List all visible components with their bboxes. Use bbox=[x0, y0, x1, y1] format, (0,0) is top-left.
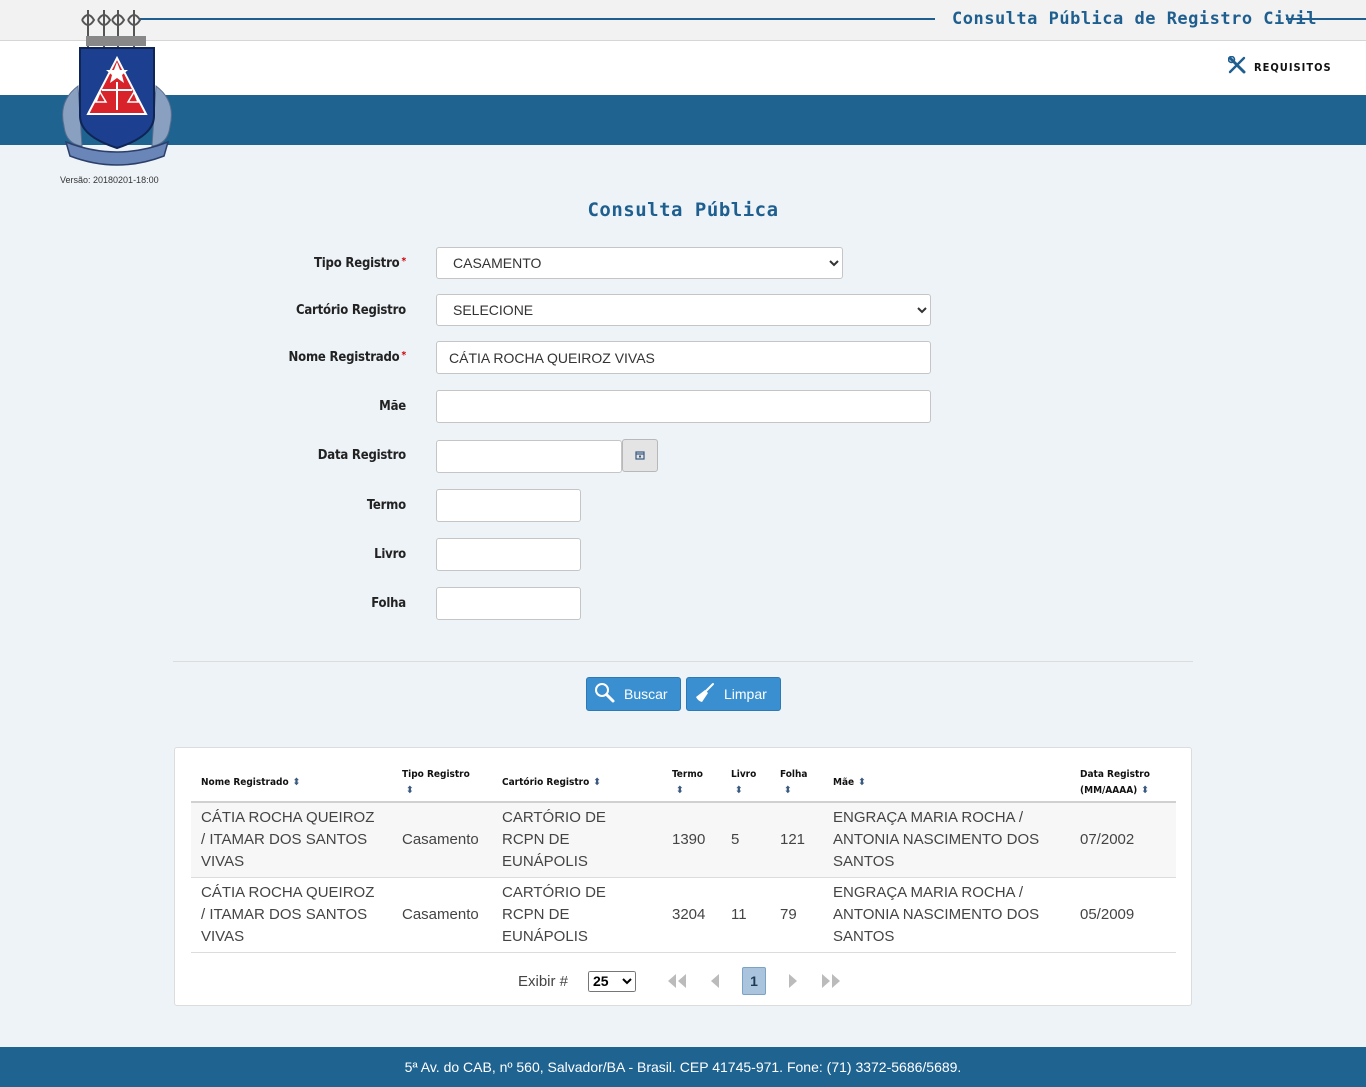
col-header-folha-text: Folha bbox=[780, 768, 808, 780]
cell-folha: 79 bbox=[770, 877, 823, 953]
buscar-button[interactable]: Buscar bbox=[586, 677, 681, 711]
nome-registrado-label: Nome Registrado * bbox=[200, 350, 407, 365]
mae-label: Mãe bbox=[379, 399, 406, 414]
cell-tipo: Casamento bbox=[392, 802, 492, 878]
cell-cartorio: CARTÓRIO DE RCPN DE EUNÁPOLIS bbox=[492, 802, 662, 878]
col-header-tipo[interactable]: Tipo Registro ⬍ bbox=[392, 764, 492, 803]
title-rule-right bbox=[1286, 18, 1366, 20]
page-title: Consulta Pública bbox=[587, 199, 779, 221]
table-row[interactable]: CÁTIA ROCHA QUEIROZ / ITAMAR DOS SANTOS … bbox=[191, 877, 1176, 953]
cell-folha: 121 bbox=[770, 802, 823, 878]
buscar-label: Buscar bbox=[624, 686, 668, 702]
current-page-button[interactable]: 1 bbox=[742, 967, 767, 995]
col-header-livro-text: Livro bbox=[731, 768, 757, 780]
table-header-row: Nome Registrado ⬍ Tipo Registro ⬍ Cartório… bbox=[191, 764, 1176, 803]
cell-data: 05/2009 bbox=[1070, 877, 1176, 953]
tipo-registro-select[interactable]: CASAMENTO bbox=[436, 247, 843, 279]
col-header-mae-text: Mãe bbox=[833, 776, 855, 788]
livro-input[interactable] bbox=[436, 538, 581, 571]
table-row[interactable]: CÁTIA ROCHA QUEIROZ / ITAMAR DOS SANTOS … bbox=[191, 802, 1176, 878]
requisitos-label: REQUISITOS bbox=[1254, 60, 1332, 74]
cell-tipo: Casamento bbox=[392, 877, 492, 953]
calendar-icon bbox=[635, 447, 645, 465]
tools-icon bbox=[1227, 55, 1246, 79]
col-header-data-text: Data Registro bbox=[1080, 768, 1150, 780]
nome-registrado-input[interactable] bbox=[436, 341, 931, 374]
col-header-tipo-text: Tipo Registro bbox=[402, 768, 470, 780]
cell-cartorio: CARTÓRIO DE RCPN DE EUNÁPOLIS bbox=[492, 877, 662, 953]
data-registro-input[interactable] bbox=[436, 440, 622, 473]
sort-icon: ⬍ bbox=[1141, 784, 1149, 796]
footer-address: 5ª Av. do CAB, nº 560, Salvador/BA - Bra… bbox=[404, 1059, 962, 1075]
cartorio-registro-select[interactable]: SELECIONE bbox=[436, 294, 931, 326]
termo-input[interactable] bbox=[436, 489, 581, 522]
version-text: Versão: 20180201-18:00 bbox=[60, 175, 159, 185]
header-band bbox=[0, 95, 1366, 145]
cell-mae: ENGRAÇA MARIA ROCHA / ANTONIA NASCIMENTO… bbox=[823, 877, 1070, 953]
cell-termo: 1390 bbox=[662, 802, 721, 878]
coat-of-arms-logo bbox=[56, 6, 178, 176]
cell-livro: 5 bbox=[721, 802, 770, 878]
tipo-registro-label: Tipo Registro * bbox=[200, 256, 406, 271]
results-panel: Nome Registrado ⬍ Tipo Registro ⬍ Cartório… bbox=[174, 747, 1192, 1006]
search-icon bbox=[594, 682, 616, 707]
prev-page-icon[interactable] bbox=[703, 969, 727, 993]
mae-input[interactable] bbox=[436, 390, 931, 423]
col-header-termo[interactable]: Termo ⬍ bbox=[662, 764, 721, 803]
termo-label: Termo bbox=[366, 498, 406, 513]
exibir-label: Exibir # bbox=[517, 972, 569, 990]
col-header-cartorio[interactable]: Cartório Registro ⬍ bbox=[492, 764, 662, 803]
col-header-data[interactable]: Data Registro (MM/AAAA) ⬍ bbox=[1070, 764, 1176, 803]
cell-nome: CÁTIA ROCHA QUEIROZ / ITAMAR DOS SANTOS … bbox=[191, 802, 392, 878]
col-header-folha[interactable]: Folha ⬍ bbox=[770, 764, 823, 803]
col-header-nome[interactable]: Nome Registrado ⬍ bbox=[191, 764, 392, 803]
sort-icon: ⬍ bbox=[292, 776, 301, 788]
app-title: Consulta Pública de Registro Civil bbox=[952, 9, 1317, 29]
form-divider bbox=[173, 661, 1193, 662]
required-marker: * bbox=[401, 350, 406, 361]
broom-icon bbox=[694, 682, 716, 707]
next-page-icon[interactable] bbox=[781, 969, 805, 993]
col-header-data-format: (MM/AAAA) bbox=[1080, 784, 1138, 796]
col-header-cartorio-text: Cartório Registro bbox=[502, 776, 590, 788]
tipo-registro-label-text: Tipo Registro bbox=[313, 256, 400, 271]
cell-livro: 11 bbox=[721, 877, 770, 953]
sort-icon: ⬍ bbox=[406, 784, 414, 796]
top-title-bar: Consulta Pública de Registro Civil bbox=[0, 0, 1366, 41]
page-size-select[interactable]: 25 bbox=[588, 970, 637, 992]
required-marker: * bbox=[401, 256, 406, 267]
data-registro-label: Data Registro bbox=[317, 448, 406, 463]
col-header-nome-text: Nome Registrado bbox=[201, 776, 289, 788]
title-rule-left bbox=[140, 18, 935, 20]
last-page-icon[interactable] bbox=[819, 969, 843, 993]
cartorio-registro-label: Cartório Registro bbox=[295, 303, 406, 318]
livro-label: Livro bbox=[374, 547, 406, 562]
col-header-termo-text: Termo bbox=[672, 768, 703, 780]
sort-icon: ⬍ bbox=[858, 776, 866, 788]
cell-nome: CÁTIA ROCHA QUEIROZ / ITAMAR DOS SANTOS … bbox=[191, 877, 392, 953]
sort-icon: ⬍ bbox=[593, 776, 601, 788]
folha-label: Folha bbox=[371, 596, 406, 611]
footer: 5ª Av. do CAB, nº 560, Salvador/BA - Bra… bbox=[0, 1047, 1366, 1087]
cell-data: 07/2002 bbox=[1070, 802, 1176, 878]
calendar-button[interactable] bbox=[622, 439, 658, 472]
sort-icon: ⬍ bbox=[784, 784, 792, 796]
pagination: Exibir # 25 1 bbox=[175, 966, 1193, 996]
col-header-mae[interactable]: Mãe ⬍ bbox=[823, 764, 1070, 803]
nav-bar bbox=[0, 41, 1366, 95]
folha-input[interactable] bbox=[436, 587, 581, 620]
requisitos-link[interactable]: REQUISITOS bbox=[1227, 55, 1332, 79]
col-header-livro[interactable]: Livro ⬍ bbox=[721, 764, 770, 803]
nome-registrado-label-text: Nome Registrado bbox=[288, 350, 400, 365]
cell-termo: 3204 bbox=[662, 877, 721, 953]
first-page-icon[interactable] bbox=[665, 969, 689, 993]
sort-icon: ⬍ bbox=[676, 784, 684, 796]
results-table: Nome Registrado ⬍ Tipo Registro ⬍ Cartório… bbox=[191, 764, 1176, 953]
limpar-label: Limpar bbox=[724, 686, 767, 702]
cell-mae: ENGRAÇA MARIA ROCHA / ANTONIA NASCIMENTO… bbox=[823, 802, 1070, 878]
limpar-button[interactable]: Limpar bbox=[686, 677, 781, 711]
sort-icon: ⬍ bbox=[735, 784, 743, 796]
